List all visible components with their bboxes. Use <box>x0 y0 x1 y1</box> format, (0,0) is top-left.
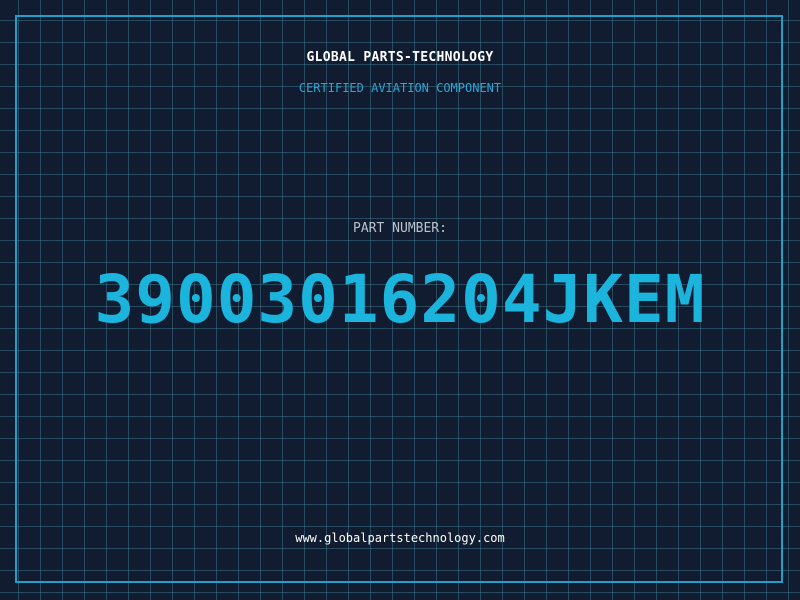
part-number-value: 39003016204JKEM <box>94 261 706 338</box>
certification-tagline: CERTIFIED AVIATION COMPONENT <box>298 81 502 95</box>
part-number-label: PART NUMBER: <box>353 221 447 236</box>
website-url: www.globalpartstechnology.com <box>295 531 505 545</box>
company-name: GLOBAL PARTS-TECHNOLOGY <box>306 50 494 65</box>
part-label-card: GLOBAL PARTS-TECHNOLOGY CERTIFIED AVIATI… <box>0 0 800 600</box>
